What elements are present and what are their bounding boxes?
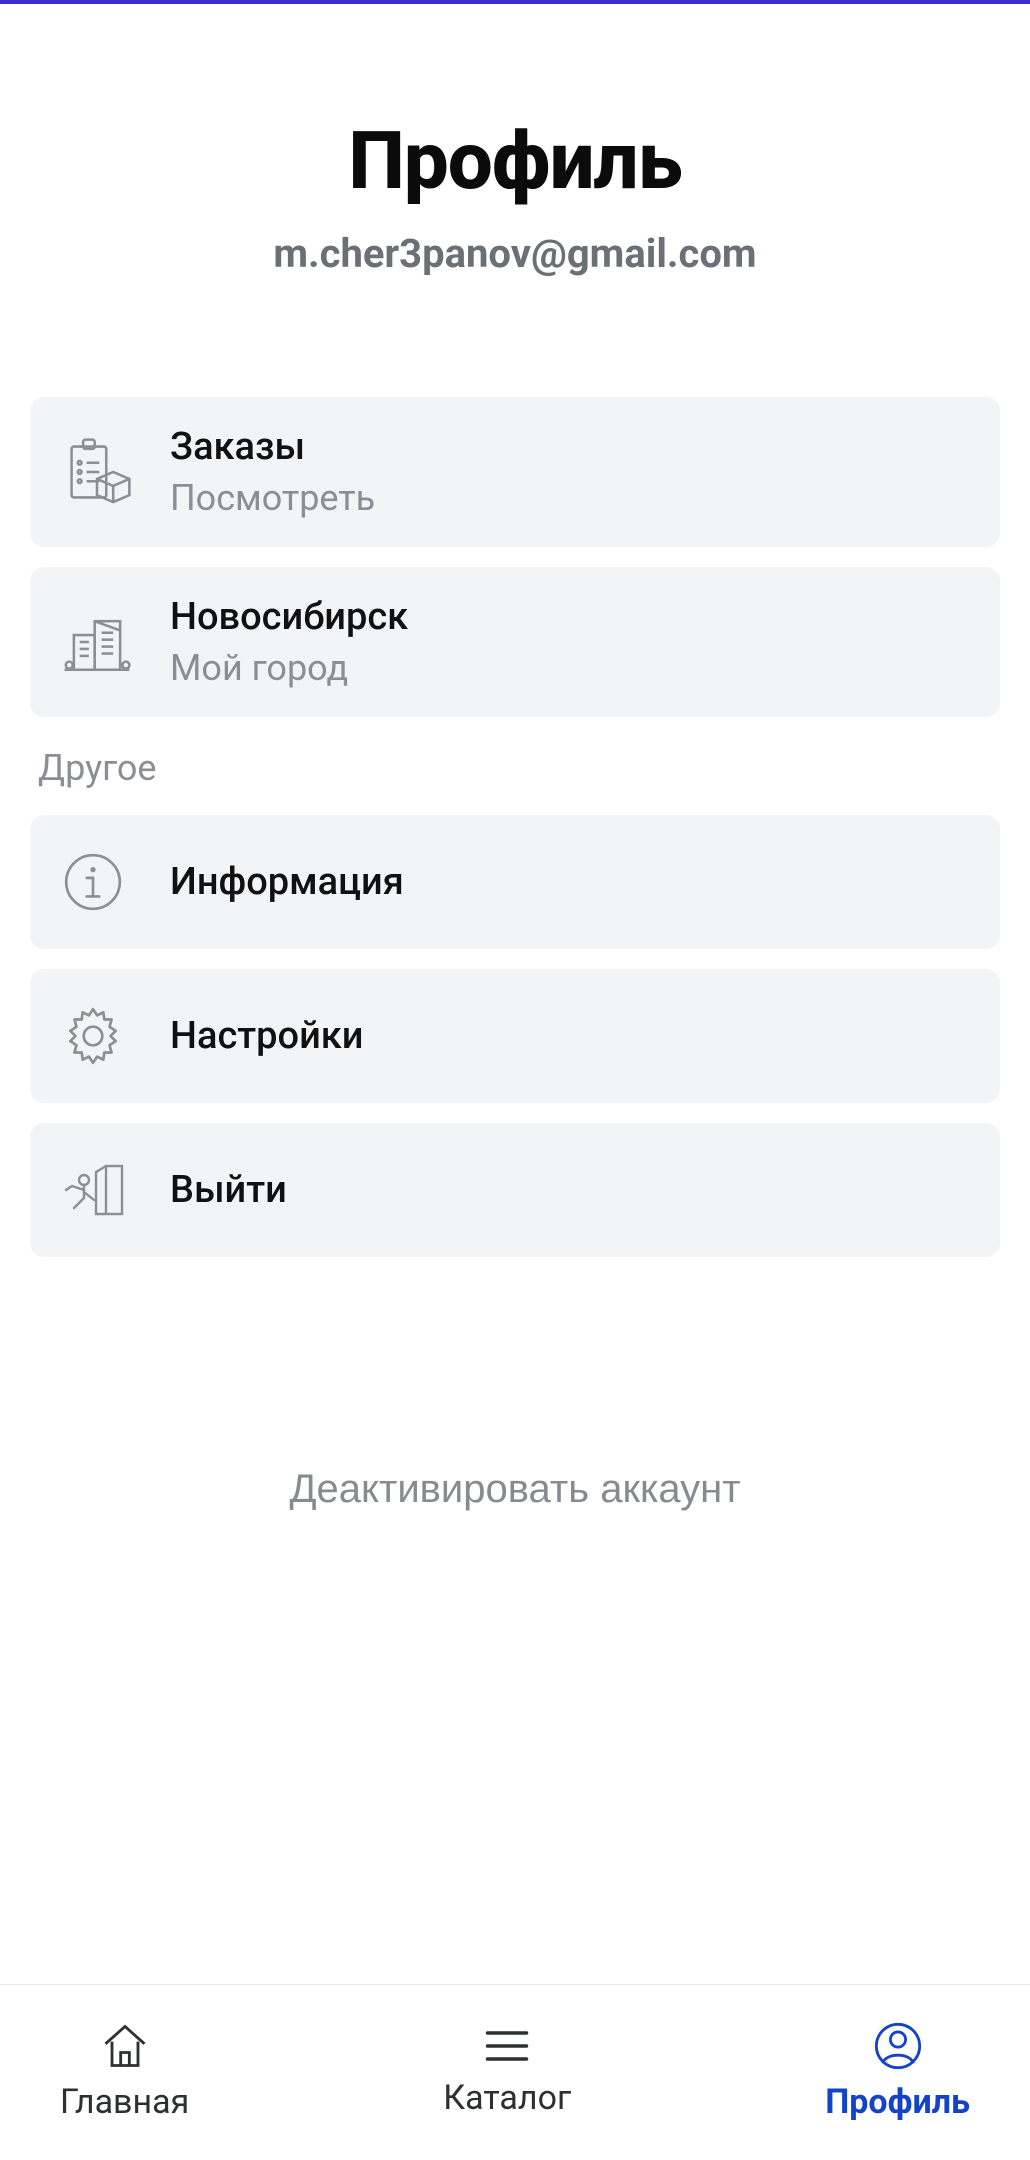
city-icon	[60, 605, 170, 679]
gear-icon	[60, 1003, 170, 1069]
tab-catalog[interactable]: Каталог	[443, 2024, 571, 2118]
menu-item-title: Настройки	[170, 1014, 364, 1058]
menu-item-settings[interactable]: Настройки	[30, 969, 1000, 1103]
tab-profile[interactable]: Профиль	[825, 2020, 970, 2122]
user-email: m.cher3panov@gmail.com	[30, 230, 1000, 277]
menu-item-title: Информация	[170, 860, 404, 904]
menu-item-info[interactable]: Информация	[30, 815, 1000, 949]
menu-item-city[interactable]: Новосибирск Мой город	[30, 567, 1000, 717]
menu-item-logout[interactable]: Выйти	[30, 1123, 1000, 1257]
tab-label: Главная	[60, 2082, 189, 2122]
bottom-tab-bar: Главная Каталог Профиль	[0, 1984, 1030, 2160]
tab-home[interactable]: Главная	[60, 2020, 189, 2122]
tab-label: Профиль	[825, 2082, 970, 2122]
deactivate-account-button[interactable]: Деактивировать аккаунт	[289, 1467, 740, 1512]
section-label-other: Другое	[38, 747, 992, 789]
menu-item-title: Выйти	[170, 1168, 287, 1212]
orders-icon	[60, 435, 170, 509]
menu-item-title: Заказы	[170, 425, 375, 469]
menu-item-orders[interactable]: Заказы Посмотреть	[30, 397, 1000, 547]
info-icon	[60, 849, 170, 915]
menu-icon	[481, 2024, 533, 2068]
menu-item-subtitle: Мой город	[170, 647, 408, 689]
menu-item-title: Новосибирск	[170, 595, 408, 639]
exit-icon	[60, 1160, 170, 1220]
tab-label: Каталог	[443, 2078, 571, 2118]
page-title: Профиль	[30, 114, 1000, 208]
home-icon	[99, 2020, 151, 2072]
menu-item-subtitle: Посмотреть	[170, 477, 375, 519]
profile-icon	[872, 2020, 924, 2072]
header: Профиль m.cher3panov@gmail.com	[0, 4, 1030, 277]
